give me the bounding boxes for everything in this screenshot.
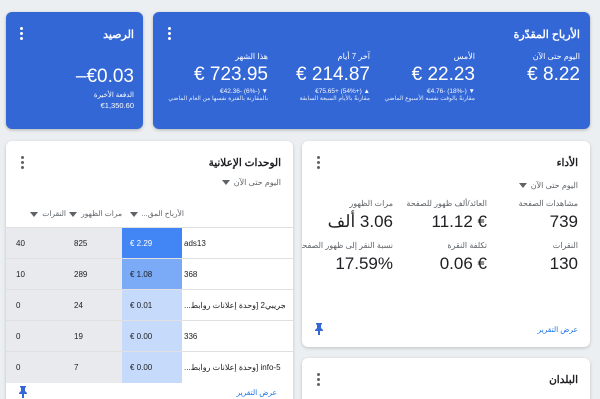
- earnings-title: الأرباح المقدّرة: [513, 29, 580, 41]
- balance-value: –€0.03: [75, 66, 134, 87]
- table-row[interactable]: 024€ 0.01تجريبي2 [وحدة إعلانات روابط...: [6, 289, 293, 321]
- earnings-cell: € 1.08: [122, 259, 182, 290]
- pin-icon[interactable]: [314, 322, 324, 335]
- ad-units-range-label: اليوم حتى الآن: [233, 178, 281, 187]
- chevron-down-icon: [221, 180, 230, 186]
- column-header-impressions[interactable]: مرات الظهور: [68, 209, 122, 218]
- chevron-down-icon: [518, 183, 527, 189]
- last-payment-value: €1,350.60: [100, 101, 134, 110]
- earnings-stat-last-7-days: آخر 7 أيام € 214.87 ▲ ‎€75.65+ (54%+) مق…: [296, 52, 370, 102]
- column-header-earnings[interactable]: الأرباح المق...: [122, 209, 184, 218]
- impressions-cell: 19: [62, 321, 122, 352]
- ad-units-card: الوحدات الإعلانية اليوم حتى الآن الأرباح…: [6, 141, 293, 399]
- sort-icon: [30, 211, 39, 217]
- table-row[interactable]: 0 19 € 0.00 336: [6, 320, 293, 352]
- earnings-stat-today: اليوم حتى الآن € 8.22: [527, 52, 580, 85]
- stat-page-views: مشاهدات الصفحة 739: [518, 199, 578, 231]
- impressions-cell: 825: [62, 228, 122, 259]
- balance-menu-icon[interactable]: [14, 26, 28, 40]
- countries-card: البلدان: [302, 358, 590, 399]
- ad-unit-name-cell[interactable]: ads13: [184, 228, 285, 259]
- estimated-earnings-card: الأرباح المقدّرة اليوم حتى الآن € 8.22 ا…: [153, 12, 590, 129]
- clicks-cell: 0: [6, 352, 62, 383]
- ad-unit-name-cell[interactable]: 368: [184, 259, 285, 290]
- table-row[interactable]: 10 289 € 1.08 368: [6, 258, 293, 290]
- stat-cpc: تكلفة النقرة € 0.06: [439, 241, 487, 273]
- balance-title: الرصيد: [103, 29, 134, 41]
- earnings-menu-icon[interactable]: [162, 26, 176, 40]
- stat-impressions: مرات الظهور 3.06 ألف: [327, 199, 393, 231]
- clicks-cell: 10: [6, 259, 62, 290]
- pin-icon[interactable]: [18, 385, 28, 398]
- performance-card: الأداء اليوم حتى الآن مشاهدات الصفحة 739…: [302, 141, 590, 347]
- countries-menu-icon[interactable]: [311, 372, 325, 386]
- performance-range-label: اليوم حتى الآن: [530, 181, 578, 190]
- performance-report-link[interactable]: عرض التقرير: [537, 325, 578, 334]
- balance-card: الرصيد –€0.03 الدفعة الأخيرة €1,350.60: [6, 12, 143, 129]
- performance-range-dropdown[interactable]: اليوم حتى الآن: [518, 181, 578, 190]
- ad-units-report-link[interactable]: عرض التقرير: [236, 388, 277, 397]
- table-row[interactable]: 40 825 € 2.29 ads13: [6, 227, 293, 259]
- sort-icon: [129, 211, 138, 217]
- ad-unit-name-cell[interactable]: info-5 [وحدة إعلانات روابط...: [184, 352, 285, 383]
- performance-menu-icon[interactable]: [311, 155, 325, 169]
- column-header-clicks[interactable]: النقرات: [12, 209, 66, 218]
- countries-title: البلدان: [549, 374, 578, 386]
- table-row[interactable]: 0 7 € 0.00 info-5 [وحدة إعلانات روابط...: [6, 351, 293, 383]
- impressions-cell: 7: [62, 352, 122, 383]
- ad-units-range-dropdown[interactable]: اليوم حتى الآن: [221, 178, 281, 187]
- earnings-cell: € 2.29: [122, 228, 182, 259]
- clicks-cell: 0: [6, 290, 62, 321]
- sort-icon: [69, 211, 78, 217]
- impressions-cell: 24: [62, 290, 122, 321]
- stat-page-ctr: نسبة النقر إلى ظهور الصفحة 17.59%: [302, 241, 393, 273]
- stat-clicks: النقرات 130: [549, 241, 578, 273]
- earnings-cell: € 0.01: [122, 290, 182, 321]
- ad-units-menu-icon[interactable]: [15, 155, 29, 169]
- impressions-cell: 289: [62, 259, 122, 290]
- earnings-stat-yesterday: الأمس € 22.23 ▼ ‎€4.76- (18%-) مقارنةً ب…: [384, 52, 475, 102]
- stat-page-rpm: العائد/ألف ظهور للصفحة € 11.12: [406, 199, 487, 231]
- earnings-cell: € 0.00: [122, 321, 182, 352]
- earnings-stat-this-month: هذا الشهر € 723.95 ▼ ‎€42.36- (6%-) بالم…: [168, 52, 268, 102]
- ad-units-title: الوحدات الإعلانية: [208, 157, 281, 169]
- last-payment-label: الدفعة الأخيرة: [93, 92, 134, 99]
- performance-title: الأداء: [556, 157, 578, 169]
- ad-unit-name-cell[interactable]: تجريبي2 [وحدة إعلانات روابط...: [184, 290, 285, 321]
- ad-unit-name-cell[interactable]: 336: [184, 321, 285, 352]
- clicks-cell: 0: [6, 321, 62, 352]
- earnings-cell: € 0.00: [122, 352, 182, 383]
- clicks-cell: 40: [6, 228, 62, 259]
